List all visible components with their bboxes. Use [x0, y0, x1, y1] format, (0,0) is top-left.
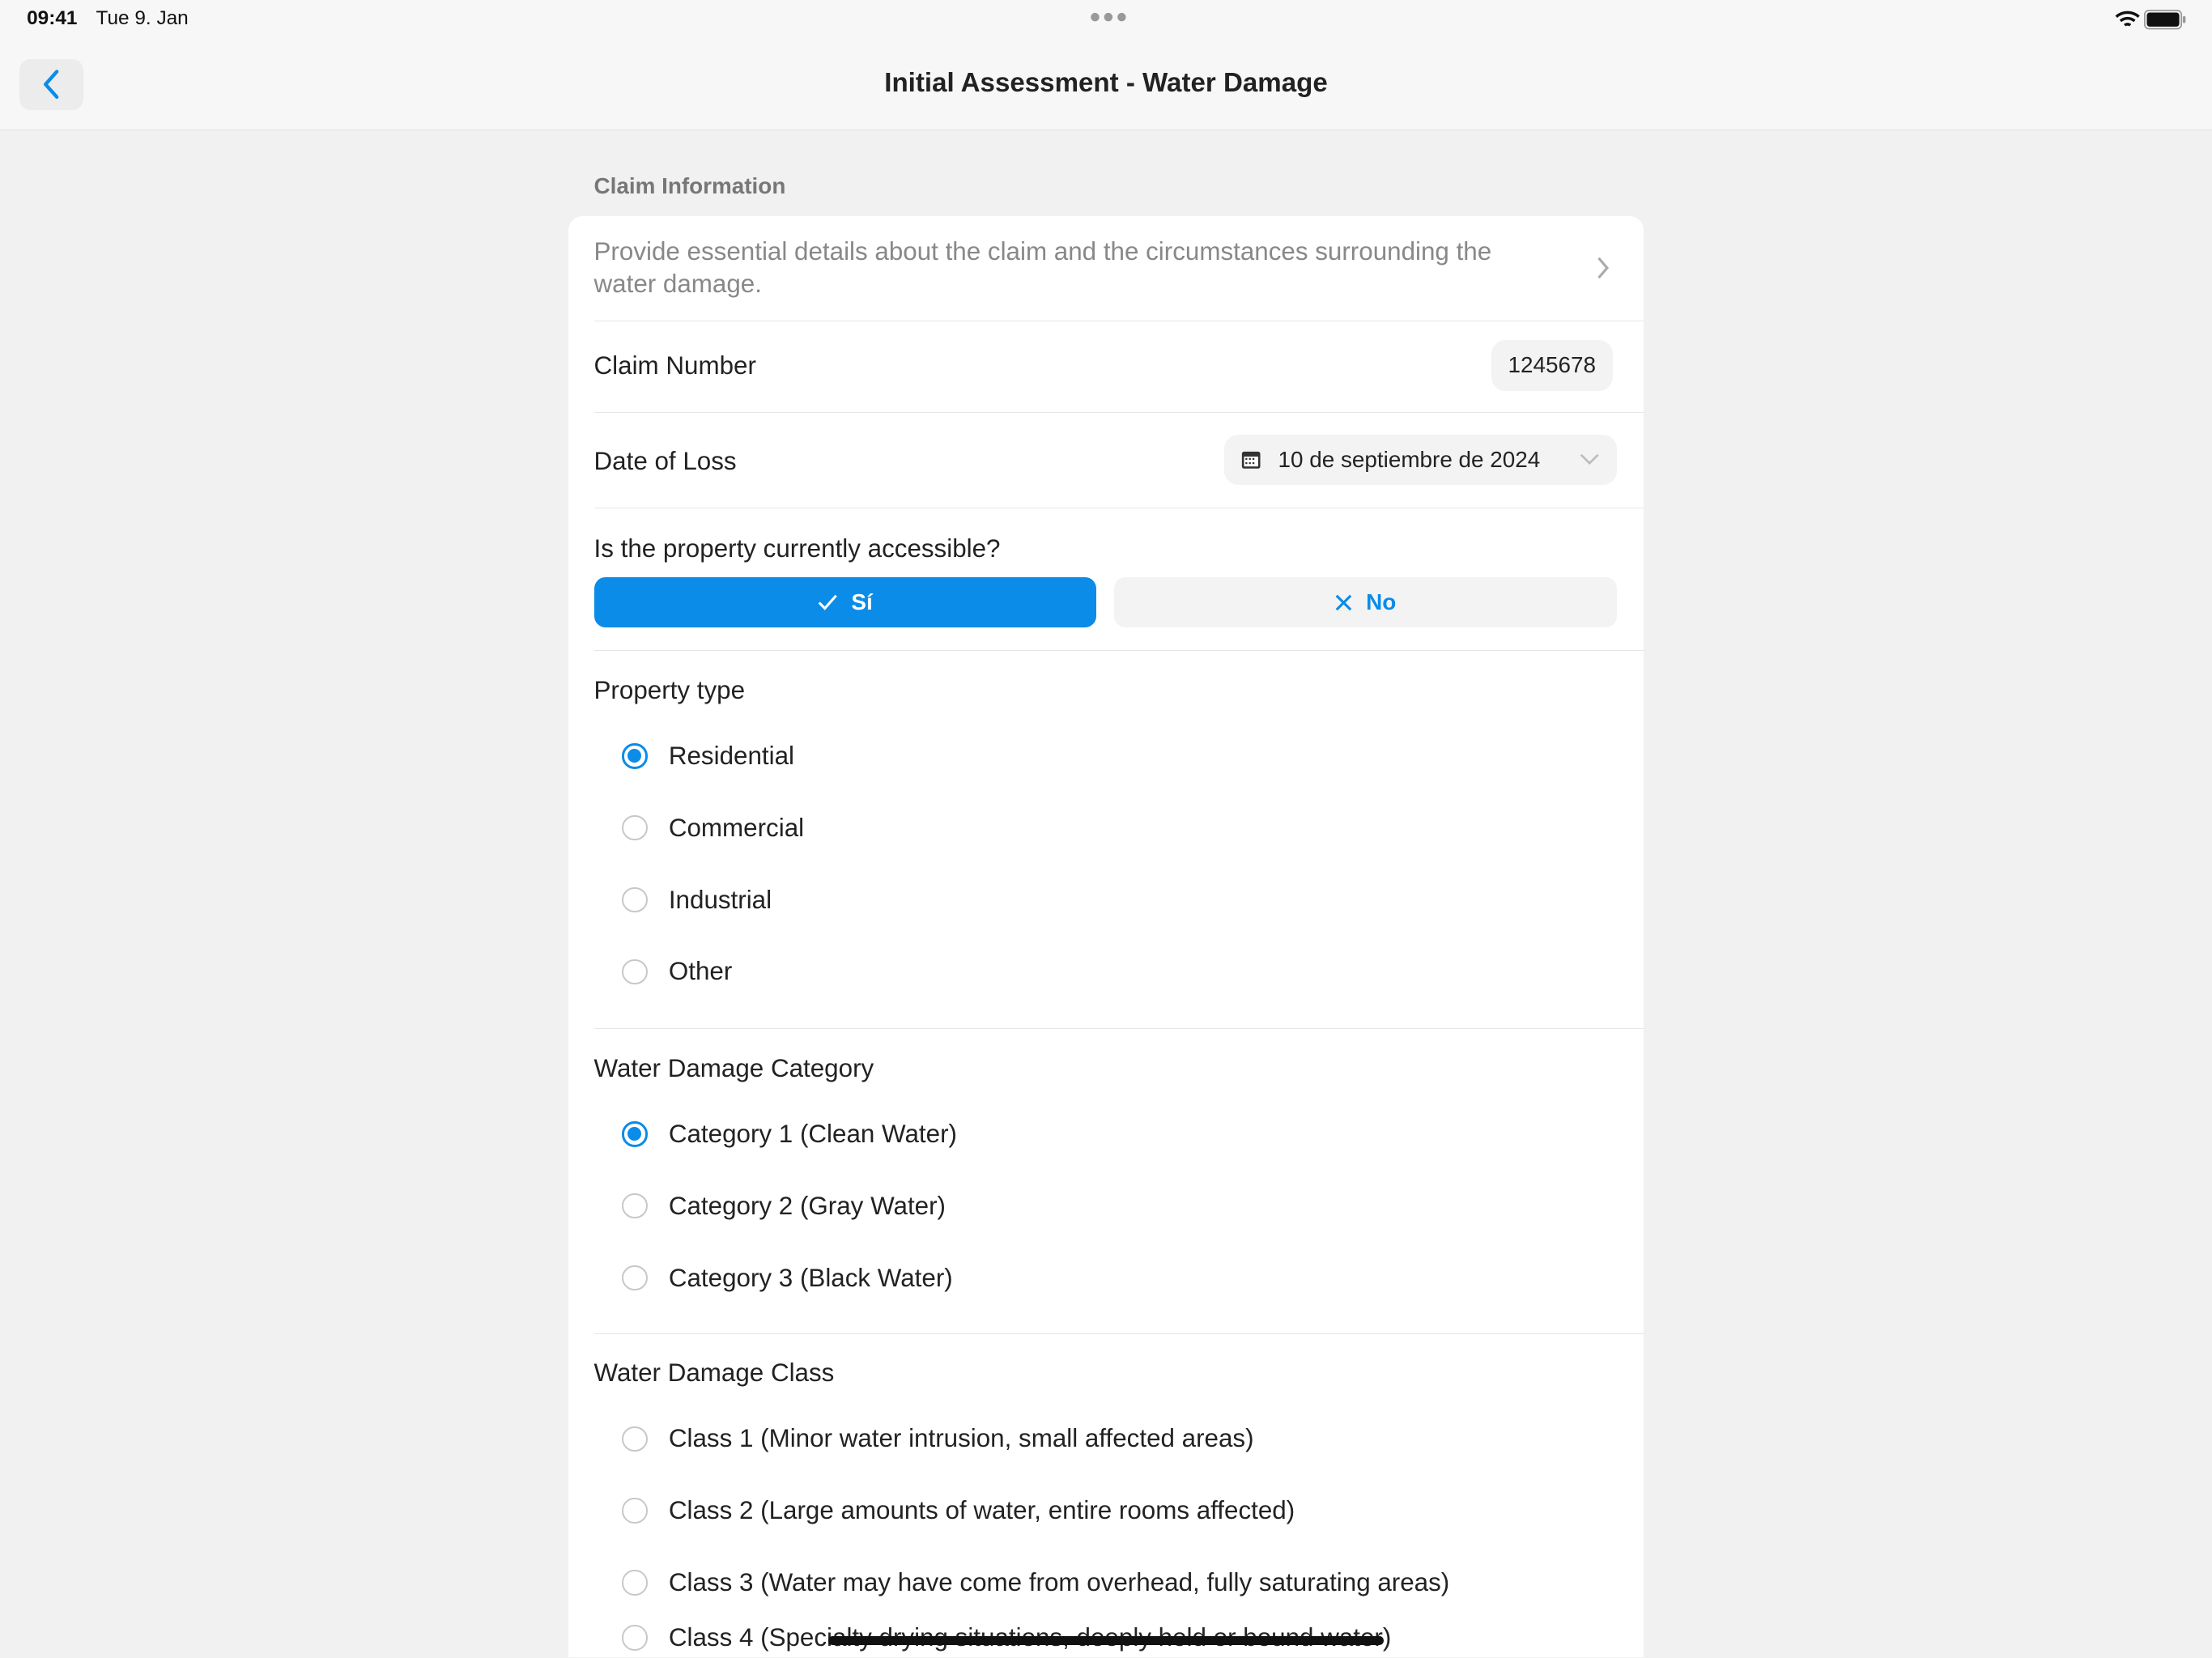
wifi-icon — [2115, 10, 2140, 28]
yes-button[interactable]: Sí — [594, 577, 1096, 628]
page-title: Initial Assessment - Water Damage — [0, 68, 2212, 99]
battery-icon — [2144, 10, 2186, 29]
calendar-icon — [1241, 451, 1261, 470]
radio-icon — [622, 1193, 647, 1218]
option-label: Other — [669, 957, 732, 986]
accessible-row: Is the property currently accessible? Sí… — [594, 508, 1644, 651]
radio-category-3[interactable]: Category 3 (Black Water) — [622, 1261, 952, 1295]
radio-icon — [622, 1498, 647, 1523]
radio-selected-icon — [622, 1121, 647, 1146]
radio-class-1[interactable]: Class 1 (Minor water intrusion, small af… — [622, 1422, 1253, 1456]
radio-icon — [622, 887, 647, 912]
property-type-label: Property type — [594, 676, 746, 705]
section-header: Claim Information — [594, 173, 786, 199]
multitask-dots-icon[interactable]: ●●● — [1089, 6, 1129, 28]
option-label: Industrial — [669, 886, 772, 915]
radio-icon — [622, 1426, 647, 1452]
option-label: Class 2 (Large amounts of water, entire … — [669, 1496, 1295, 1525]
radio-icon — [622, 959, 647, 984]
radio-icon — [622, 1570, 647, 1595]
radio-category-2[interactable]: Category 2 (Gray Water) — [622, 1189, 946, 1223]
radio-icon — [622, 815, 647, 840]
date-picker[interactable]: 10 de septiembre de 2024 — [1224, 435, 1616, 486]
screen: 09:41 Tue 9. Jan ●●● Initial Assessment … — [0, 0, 2212, 1657]
class-label: Water Damage Class — [594, 1358, 835, 1388]
category-group: Water Damage Category Category 1 (Clean … — [594, 1028, 1644, 1333]
claim-number-input[interactable]: 1245678 — [1491, 340, 1613, 391]
home-indicator[interactable] — [828, 1636, 1384, 1644]
no-button[interactable]: No — [1114, 577, 1616, 628]
radio-icon — [622, 1625, 647, 1650]
property-type-group: Property type Residential Commercial Ind… — [594, 650, 1644, 1029]
radio-commercial[interactable]: Commercial — [622, 811, 804, 845]
radio-industrial[interactable]: Industrial — [622, 883, 772, 917]
navigation-bar: 09:41 Tue 9. Jan ●●● Initial Assessment … — [0, 0, 2212, 130]
section-description: Provide essential details about the clai… — [594, 236, 1554, 300]
close-icon — [1335, 594, 1352, 611]
option-label: Commercial — [669, 814, 804, 843]
status-date: Tue 9. Jan — [96, 7, 188, 30]
option-label: Category 1 (Clean Water) — [669, 1120, 957, 1149]
date-of-loss-row: Date of Loss 10 de septiembre de 2024 — [594, 412, 1644, 508]
option-label: Class 3 (Water may have come from overhe… — [669, 1568, 1449, 1597]
radio-class-2[interactable]: Class 2 (Large amounts of water, entire … — [622, 1494, 1295, 1528]
category-label: Water Damage Category — [594, 1054, 874, 1083]
radio-icon — [622, 1265, 647, 1290]
no-label: No — [1366, 589, 1396, 615]
chevron-right-icon — [1596, 257, 1610, 279]
claim-number-row: Claim Number 1245678 — [594, 321, 1644, 413]
checkmark-icon — [818, 594, 837, 611]
chevron-down-icon — [1580, 453, 1599, 466]
class-group: Water Damage Class Class 1 (Minor water … — [594, 1333, 1644, 1658]
radio-category-1[interactable]: Category 1 (Clean Water) — [622, 1117, 957, 1151]
yes-label: Sí — [851, 589, 872, 615]
description-row[interactable]: Provide essential details about the clai… — [594, 216, 1644, 321]
status-time: 09:41 — [27, 7, 77, 30]
radio-residential[interactable]: Residential — [622, 739, 794, 773]
claim-number-label: Claim Number — [594, 351, 756, 380]
radio-selected-icon — [622, 743, 647, 768]
form-card: Provide essential details about the clai… — [568, 216, 1644, 1658]
radio-other[interactable]: Other — [622, 955, 732, 989]
option-label: Category 3 (Black Water) — [669, 1264, 953, 1293]
accessible-question: Is the property currently accessible? — [594, 534, 1001, 563]
date-value: 10 de septiembre de 2024 — [1278, 447, 1541, 473]
date-of-loss-label: Date of Loss — [594, 447, 737, 476]
radio-class-3[interactable]: Class 3 (Water may have come from overhe… — [622, 1566, 1449, 1600]
option-label: Category 2 (Gray Water) — [669, 1192, 946, 1221]
option-label: Class 1 (Minor water intrusion, small af… — [669, 1424, 1254, 1453]
option-label: Residential — [669, 742, 794, 771]
